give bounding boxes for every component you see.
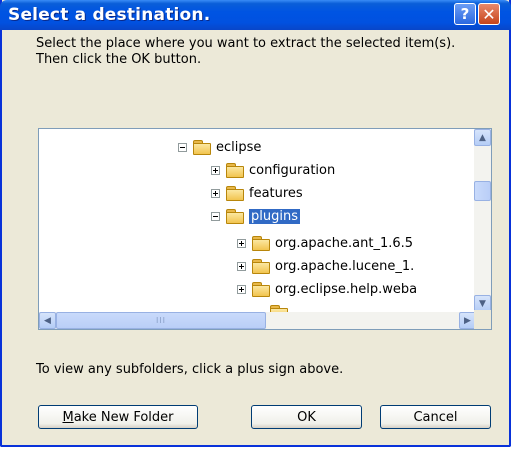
tree-node-label: org.apache.lucene_1. (275, 258, 415, 274)
window-title: Select a destination. (8, 5, 211, 25)
folder-icon (226, 209, 244, 224)
tree-node-org-apache-ant[interactable]: org.apache.ant_1.6.5 (237, 233, 413, 253)
scroll-up-button[interactable]: ▲ (474, 129, 491, 146)
button-label: OK (297, 409, 316, 425)
chevron-left-icon: ◀ (44, 315, 51, 326)
make-new-folder-button[interactable]: Make New Folder (38, 405, 198, 429)
collapse-icon[interactable] (178, 142, 187, 152)
scrollbar-corner (474, 310, 491, 329)
chevron-up-icon: ▲ (479, 132, 486, 143)
horizontal-scrollbar[interactable]: ◀ III ▶ (39, 312, 476, 329)
tree-node-label: eclipse (216, 139, 262, 155)
folder-tree[interactable]: eclipse configuration features plugins o… (38, 128, 492, 330)
button-label: ake New Folder (73, 409, 174, 425)
folder-icon (252, 259, 270, 274)
button-label: Cancel (413, 409, 458, 425)
vertical-scroll-thumb[interactable] (474, 181, 491, 201)
question-mark-icon: ? (460, 5, 470, 23)
tree-node-label: org.apache.ant_1.6.5 (275, 235, 414, 251)
tree-node-label-selected: plugins (249, 208, 300, 224)
expand-icon[interactable] (237, 238, 246, 248)
folder-icon (252, 236, 270, 251)
folder-icon (193, 140, 211, 155)
tree-node-plugins[interactable]: plugins (211, 206, 300, 226)
tree-node-org-eclipse-help[interactable]: org.eclipse.help.weba (237, 279, 417, 299)
ok-button[interactable]: OK (251, 405, 362, 429)
hint-text: To view any subfolders, click a plus sig… (36, 362, 344, 377)
tree-node-org-apache-lucene[interactable]: org.apache.lucene_1. (237, 256, 414, 276)
cancel-button[interactable]: Cancel (380, 405, 491, 429)
tree-node-label: configuration (249, 162, 336, 178)
dialog-window: Select a destination. ? ✕ Select the pla… (0, 0, 511, 447)
collapse-icon[interactable] (211, 211, 220, 221)
help-button[interactable]: ? (454, 3, 476, 25)
vertical-scrollbar[interactable]: ▲ ▼ (474, 129, 491, 312)
tree-node-features[interactable]: features (211, 183, 303, 203)
expand-icon[interactable] (211, 165, 220, 175)
expand-icon[interactable] (237, 284, 246, 294)
instructions-text: Select the place where you want to extra… (36, 36, 456, 67)
scroll-left-button[interactable]: ◀ (39, 312, 56, 329)
tree-node-label: features (249, 185, 303, 201)
folder-icon (226, 186, 244, 201)
tree-node-eclipse[interactable]: eclipse (178, 137, 261, 157)
title-bar[interactable]: Select a destination. ? ✕ (0, 0, 511, 30)
folder-icon (252, 282, 270, 297)
horizontal-scroll-thumb[interactable]: III (56, 312, 266, 329)
close-icon: ✕ (482, 4, 496, 24)
mnemonic-letter: M (62, 409, 74, 425)
close-button[interactable]: ✕ (478, 3, 500, 25)
chevron-right-icon: ▶ (464, 315, 471, 326)
expand-icon[interactable] (237, 261, 246, 271)
chevron-down-icon: ▼ (479, 298, 486, 309)
tree-node-configuration[interactable]: configuration (211, 160, 335, 180)
tree-node-label: org.eclipse.help.weba (275, 281, 418, 297)
folder-icon (226, 163, 244, 178)
scroll-grip: III (155, 316, 167, 325)
expand-icon[interactable] (211, 188, 220, 198)
